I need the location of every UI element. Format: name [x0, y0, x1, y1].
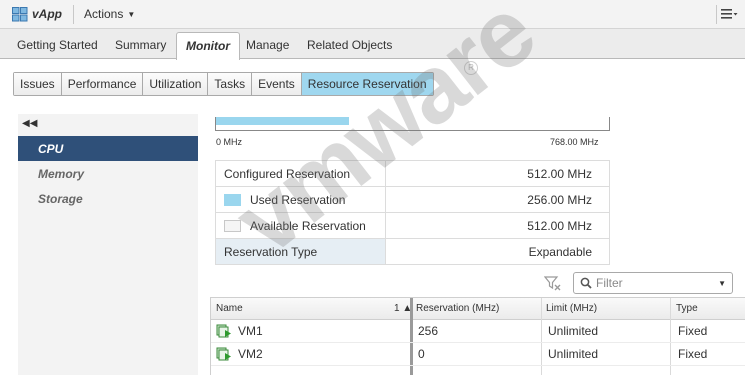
reservation-progress-bar [215, 117, 610, 131]
registered-mark: R [464, 61, 478, 75]
table-row[interactable]: VM1 256 Unlimited Fixed [211, 320, 745, 343]
tab-manage[interactable]: Manage [246, 38, 289, 52]
vm-limit: Unlimited [548, 324, 599, 338]
available-swatch-icon [224, 219, 241, 232]
chevron-down-icon: ▼ [127, 10, 136, 19]
reservation-summary-table: Configured Reservation 512.00 MHz Used R… [215, 160, 610, 265]
used-swatch-icon [224, 193, 241, 206]
vm-table: Name 1 ▲ Reservation (MHz) Limit (MHz) T… [210, 297, 745, 375]
collapse-icon[interactable]: ◀◀ [22, 118, 37, 129]
row-label: Configured Reservation [215, 160, 386, 187]
column-header-reservation[interactable]: Reservation (MHz) [416, 303, 499, 314]
row-value: 512.00 MHz [385, 212, 610, 239]
chevron-down-icon[interactable]: ▼ [718, 279, 726, 288]
column-header-type[interactable]: Type [676, 303, 698, 314]
toolbar-divider [716, 5, 717, 24]
subtab-tasks[interactable]: Tasks [208, 73, 253, 95]
bar-min-label: 0 MHz [216, 137, 243, 147]
subtab-utilization[interactable]: Utilization [143, 73, 209, 95]
row-label: Available Reservation [250, 218, 366, 233]
subtab-resource-reservation[interactable]: Resource Reservation [301, 73, 433, 95]
vm-type: Fixed [678, 324, 708, 338]
vm-icon [216, 347, 231, 361]
nav-item-memory[interactable]: Memory [18, 161, 198, 186]
reservation-type-row: Reservation Type Expandable [215, 238, 610, 265]
row-label: Used Reservation [250, 192, 346, 207]
column-header-limit[interactable]: Limit (MHz) [546, 303, 597, 314]
subtab-issues[interactable]: Issues [14, 73, 62, 95]
main-tab-bar: Getting Started Summary Monitor Manage R… [0, 29, 745, 60]
actions-label: Actions [84, 7, 124, 21]
vm-name: VM2 [238, 347, 263, 361]
row-label: Reservation Type [215, 238, 386, 265]
table-row[interactable]: VM2 0 Unlimited Fixed [211, 343, 745, 366]
top-bar: vApp Actions ▼ [0, 0, 745, 29]
vm-type: Fixed [678, 347, 708, 361]
reservation-progress-fill [216, 117, 349, 125]
tab-related-objects[interactable]: Related Objects [307, 38, 392, 52]
tab-summary[interactable]: Summary [115, 38, 166, 52]
vm-limit: Unlimited [548, 347, 599, 361]
row-value: 512.00 MHz [385, 160, 610, 187]
actions-menu-button[interactable]: Actions ▼ [84, 7, 135, 21]
used-reservation-row: Used Reservation 256.00 MHz [215, 186, 610, 213]
vapp-icon [12, 7, 28, 22]
vm-reservation: 256 [418, 324, 439, 338]
vm-name: VM1 [238, 324, 263, 338]
app-title: vApp [32, 7, 62, 21]
nav-item-storage[interactable]: Storage [18, 186, 198, 211]
filter-field[interactable]: ▼ [573, 272, 733, 294]
tab-monitor[interactable]: Monitor [176, 32, 240, 60]
tab-getting-started[interactable]: Getting Started [17, 38, 98, 52]
sub-tab-bar: Issues Performance Utilization Tasks Eve… [13, 72, 434, 96]
vm-icon [216, 324, 231, 338]
clear-filter-icon[interactable] [544, 275, 562, 291]
row-value: Expandable [385, 238, 610, 265]
subtab-events[interactable]: Events [252, 73, 302, 95]
nav-item-cpu[interactable]: CPU [18, 136, 198, 161]
table-header: Name 1 ▲ Reservation (MHz) Limit (MHz) T… [211, 298, 745, 320]
row-value: 256.00 MHz [385, 186, 610, 213]
available-reservation-row: Available Reservation 512.00 MHz [215, 212, 610, 239]
column-header-name[interactable]: Name [216, 303, 243, 314]
bar-max-label: 768.00 MHz [550, 137, 599, 147]
menu-icon[interactable] [719, 6, 739, 22]
resource-nav: ◀◀ CPU Memory Storage [18, 114, 198, 375]
vm-reservation: 0 [418, 347, 425, 361]
filter-input[interactable] [596, 274, 714, 292]
toolbar-divider [73, 5, 74, 24]
search-icon [580, 277, 592, 289]
configured-reservation-row: Configured Reservation 512.00 MHz [215, 160, 610, 187]
subtab-performance[interactable]: Performance [61, 73, 144, 95]
